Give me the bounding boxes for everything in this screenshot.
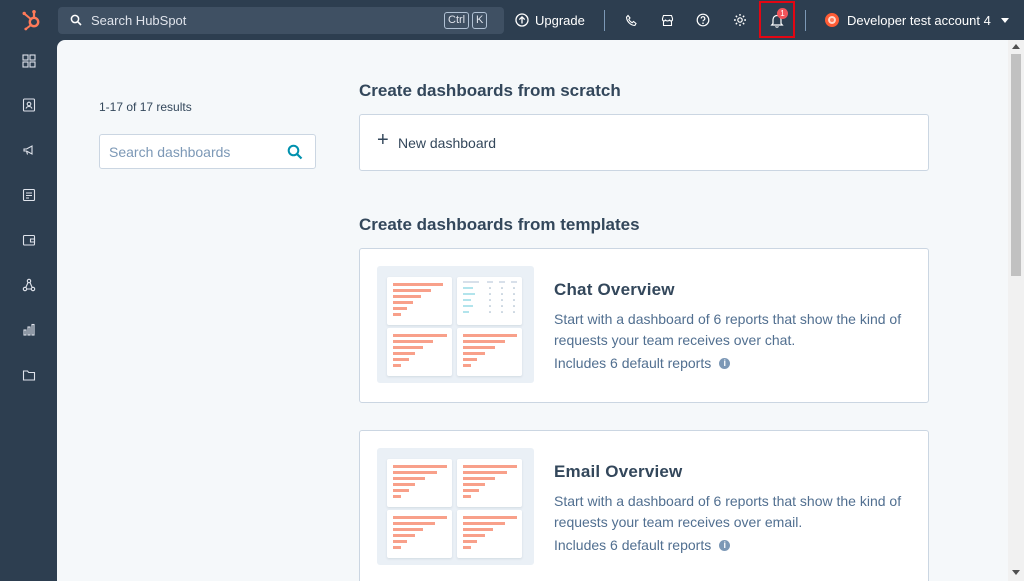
template-description: Start with a dashboard of 6 reports that… — [554, 311, 902, 348]
shortcut-ctrl-key: Ctrl — [444, 12, 470, 29]
new-dashboard-label: New dashboard — [398, 135, 497, 151]
new-dashboard-button[interactable]: + New dashboard — [359, 114, 929, 171]
template-description: Start with a dashboard of 6 reports that… — [554, 493, 902, 530]
template-thumbnail — [377, 448, 534, 565]
wallet-icon[interactable] — [21, 232, 37, 248]
template-includes-label: Includes 6 default reports — [554, 355, 712, 371]
info-icon[interactable]: i — [719, 539, 731, 551]
search-placeholder: Search HubSpot — [91, 13, 187, 28]
notification-count-badge: 1 — [777, 8, 788, 19]
top-navigation: Search HubSpot Ctrl K Upgrade 1 Develope… — [0, 0, 1024, 40]
upgrade-button[interactable]: Upgrade — [515, 11, 585, 29]
thumbnail-bar-chart — [457, 328, 522, 376]
scroll-down-arrow-icon[interactable] — [1012, 570, 1020, 575]
nav-divider — [604, 10, 605, 31]
scratch-heading: Create dashboards from scratch — [359, 81, 621, 100]
upgrade-arrow-icon — [515, 13, 529, 27]
megaphone-icon[interactable] — [21, 142, 37, 158]
templates-heading: Create dashboards from templates — [359, 215, 640, 234]
thumbnail-bar-chart — [387, 510, 452, 558]
thumbnail-bar-chart — [387, 277, 452, 325]
info-icon[interactable]: i — [719, 357, 731, 369]
hubspot-logo-icon[interactable] — [21, 9, 43, 31]
calling-icon[interactable] — [622, 11, 640, 29]
plus-icon: + — [377, 129, 389, 151]
template-title: Email Overview — [554, 462, 683, 481]
upgrade-label: Upgrade — [535, 12, 585, 28]
account-menu-button[interactable]: Developer test account 4 — [825, 11, 1009, 29]
scrollbar-thumb[interactable] — [1011, 54, 1021, 276]
global-search-input[interactable]: Search HubSpot Ctrl K — [58, 7, 504, 34]
main-content: 1-17 of 17 results Search dashboards Cre… — [57, 40, 1008, 581]
contacts-icon[interactable] — [21, 97, 37, 113]
search-icon — [70, 13, 82, 31]
thumbnail-bar-chart — [457, 459, 522, 507]
document-icon[interactable] — [21, 187, 37, 203]
template-includes: Includes 6 default reports i — [554, 537, 731, 553]
template-title: Chat Overview — [554, 280, 675, 299]
template-card-email-overview[interactable]: Email Overview Start with a dashboard of… — [359, 430, 929, 581]
account-avatar-icon — [825, 13, 839, 27]
account-name: Developer test account 4 — [847, 12, 991, 28]
template-includes: Includes 6 default reports i — [554, 355, 731, 371]
template-thumbnail — [377, 266, 534, 383]
search-icon[interactable] — [287, 144, 303, 165]
network-icon[interactable] — [21, 277, 37, 293]
thumbnail-table — [457, 277, 522, 325]
results-count: 1-17 of 17 results — [99, 100, 192, 114]
grid-icon[interactable] — [21, 53, 37, 69]
thumbnail-bar-chart — [387, 328, 452, 376]
settings-gear-icon[interactable] — [731, 11, 749, 29]
template-includes-label: Includes 6 default reports — [554, 537, 712, 553]
thumbnail-bar-chart — [387, 459, 452, 507]
scroll-up-arrow-icon[interactable] — [1012, 44, 1020, 49]
template-card-chat-overview[interactable]: Chat Overview Start with a dashboard of … — [359, 248, 929, 403]
thumbnail-bar-chart — [457, 510, 522, 558]
sidebar — [0, 40, 57, 581]
folder-icon[interactable] — [21, 367, 37, 383]
shortcut-k-key: K — [472, 12, 488, 29]
nav-divider — [805, 10, 806, 31]
help-icon[interactable] — [694, 11, 712, 29]
dashboard-search-input[interactable]: Search dashboards — [99, 134, 316, 169]
marketplace-icon[interactable] — [658, 11, 676, 29]
dashboard-search-placeholder: Search dashboards — [109, 144, 231, 160]
reports-icon[interactable] — [21, 322, 37, 338]
chevron-down-icon — [1000, 17, 1009, 23]
